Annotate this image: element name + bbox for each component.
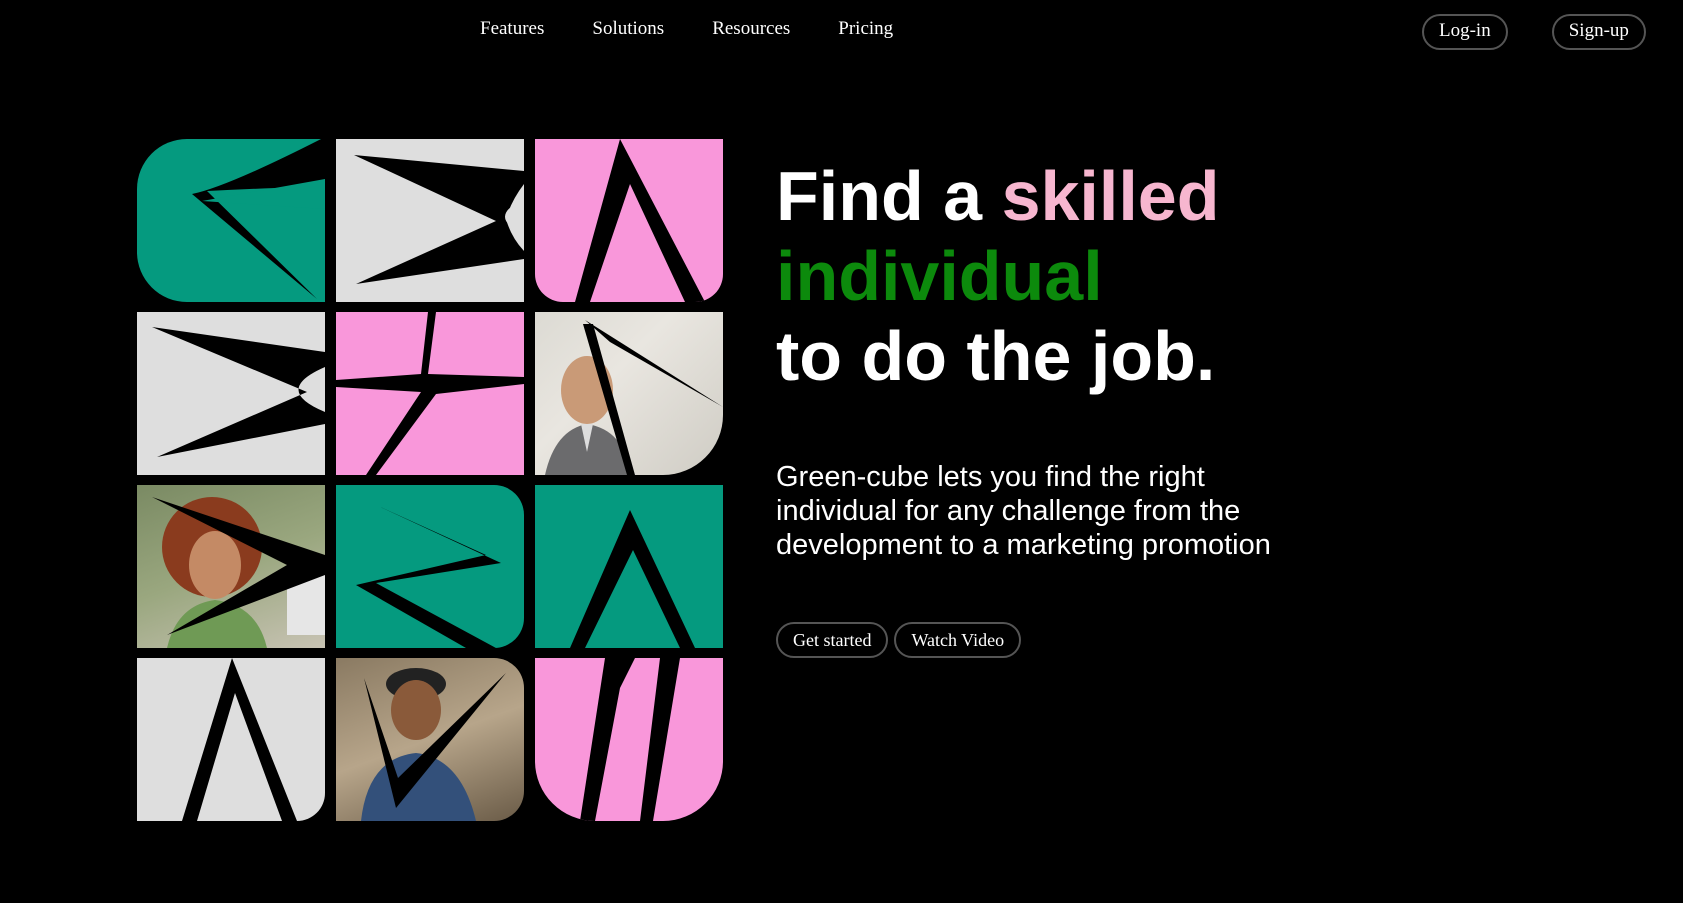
- headline-accent-individual: individual: [776, 237, 1103, 315]
- nav-links: Features Solutions Resources Pricing: [480, 18, 893, 40]
- hero-headline: Find a skilled individual to do the job.: [776, 156, 1336, 396]
- cta-buttons: Get started Watch Video: [776, 622, 1022, 658]
- tile-green-r-shape: [336, 485, 524, 648]
- get-started-button[interactable]: Get started: [776, 622, 889, 658]
- woman-photo-graphic: [152, 497, 325, 648]
- auth-buttons: Log-in Sign-up: [1422, 14, 1646, 50]
- w-shape-graphic: [580, 658, 680, 821]
- headline-accent-skilled: skilled: [1001, 157, 1220, 235]
- curly-haired-woman-photo: [137, 485, 325, 648]
- hero-section: Find a skilled individual to do the job.: [776, 156, 1336, 396]
- arrow-shape-graphic: [354, 155, 524, 284]
- nav-link-pricing[interactable]: Pricing: [838, 18, 893, 40]
- a-shape-graphic: [182, 658, 297, 821]
- r-shape-graphic: [356, 505, 501, 648]
- tile-grid: [137, 139, 723, 821]
- man-in-blazer-photo: [535, 312, 723, 475]
- beanie-man-photo-graphic: [361, 668, 506, 821]
- pinwheel-shape-graphic: [336, 312, 524, 475]
- nav-link-solutions[interactable]: Solutions: [592, 18, 664, 40]
- tile-green-a-shape: [535, 485, 723, 648]
- tile-pink-a-shape: [535, 139, 723, 302]
- tile-green-g-shape: [137, 139, 325, 302]
- man-with-beanie-photo: [336, 658, 524, 821]
- headline-part1: Find a: [776, 157, 1002, 235]
- tile-gray-arrow-2: [137, 312, 325, 475]
- man-photo-graphic: [545, 320, 723, 475]
- signup-button[interactable]: Sign-up: [1551, 14, 1646, 50]
- watch-video-button[interactable]: Watch Video: [894, 622, 1022, 658]
- g-shape-graphic: [192, 139, 325, 299]
- nav-link-resources[interactable]: Resources: [712, 18, 790, 40]
- nav-link-features[interactable]: Features: [480, 18, 544, 40]
- tile-pink-pinwheel: [336, 312, 524, 475]
- a-shape-graphic: [570, 510, 695, 648]
- tile-gray-a-shape: [137, 658, 325, 821]
- hero-subtext: Green-cube lets you find the right indiv…: [776, 461, 1271, 561]
- headline-part2: to do the job.: [776, 317, 1216, 395]
- a-shape-graphic: [575, 139, 705, 302]
- login-button[interactable]: Log-in: [1422, 14, 1508, 50]
- tile-gray-arrow: [336, 139, 524, 302]
- arrow-shape-graphic: [152, 327, 325, 457]
- tile-pink-w-shape: [535, 658, 723, 821]
